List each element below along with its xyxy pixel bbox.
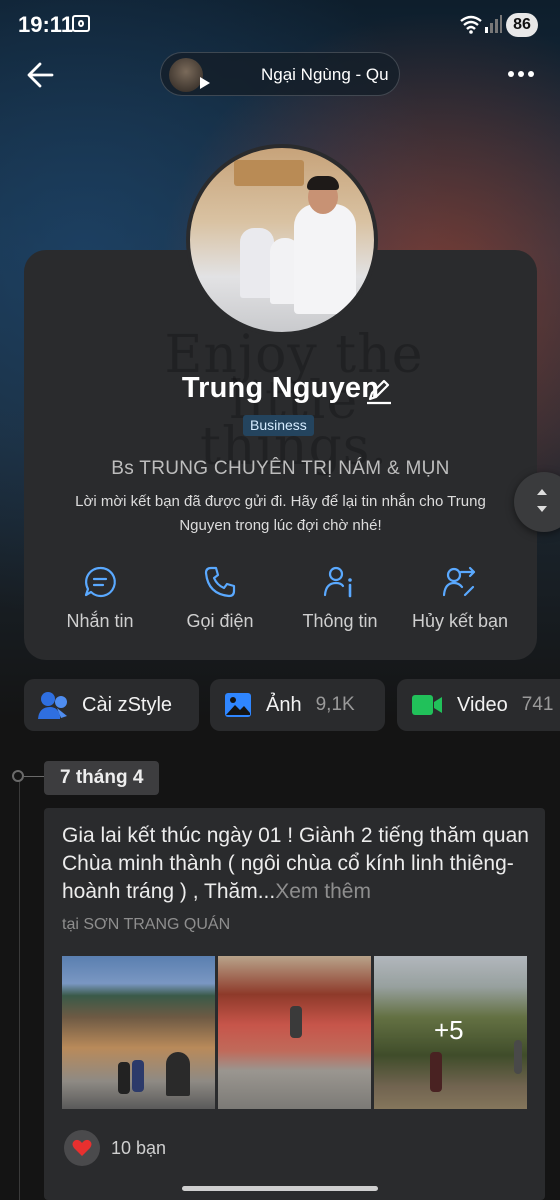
unfriend-button[interactable]: Hủy kết bạn [400, 565, 520, 632]
post-photo[interactable] [62, 956, 215, 1109]
back-arrow-icon[interactable] [22, 58, 62, 92]
user-info-icon [323, 566, 352, 598]
post-photo[interactable] [218, 956, 371, 1109]
post-photos: +5 [62, 956, 528, 1109]
profile-music-player[interactable]: Ngại Ngùng - Qu [160, 52, 400, 96]
tab-videos-label: Video [457, 693, 508, 716]
post-text: Gia lai kết thúc ngày 01 ! Giành 2 tiếng… [62, 822, 532, 906]
message-button[interactable]: Nhắn tin [40, 565, 160, 632]
signal-icon [485, 15, 502, 33]
friend-request-message: Lời mời kết bạn đã được gửi đi. Hãy để l… [75, 493, 486, 534]
unfriend-label: Hủy kết bạn [411, 611, 509, 631]
info-label: Thông tin [302, 611, 378, 631]
avatar[interactable] [186, 144, 378, 336]
call-label: Gọi điện [186, 611, 254, 631]
home-indicator[interactable] [182, 1186, 378, 1191]
chat-icon [84, 566, 116, 597]
tab-videos-count: 741 [521, 694, 554, 715]
call-button[interactable]: Gọi điện [160, 565, 280, 632]
message-label: Nhắn tin [66, 611, 134, 631]
chevron-up-icon [537, 489, 547, 495]
screen-record-icon [72, 15, 90, 32]
music-thumbnail [169, 58, 203, 92]
tab-zstyle[interactable]: Cài zStyle [24, 679, 199, 731]
timeline-connector [24, 776, 44, 777]
tab-photos-count: 9,1K [315, 694, 355, 715]
chevron-down-icon [537, 506, 547, 512]
info-button[interactable]: Thông tin [280, 565, 400, 632]
business-badge: Business [243, 415, 314, 436]
video-icon [412, 695, 442, 715]
battery-indicator: 86 [506, 13, 538, 37]
like-button[interactable] [64, 1130, 100, 1166]
profile-actions: Nhắn tin Gọi điện Thông tin Hủy kết bạn [24, 565, 537, 635]
profile-name: Trung Nguyen [181, 372, 380, 404]
music-title: Ngại Ngùng - Qu [261, 65, 389, 84]
cancel-friend-icon [443, 566, 476, 597]
tab-photos[interactable]: Ảnh 9,1K [210, 679, 385, 731]
wifi-icon [460, 15, 482, 34]
see-more-link[interactable]: Xem thêm [275, 880, 371, 903]
like-count[interactable]: 10 bạn [111, 1138, 166, 1159]
tab-photos-label: Ảnh [266, 693, 302, 716]
timeline-dot [12, 770, 24, 782]
more-options-icon[interactable] [508, 64, 542, 84]
timeline-line [19, 777, 20, 1200]
more-photos-count[interactable]: +5 [434, 1015, 464, 1046]
image-icon [225, 693, 251, 717]
profile-bio: Bs TRUNG CHUYÊN TRỊ NÁM & MỤN [111, 458, 450, 479]
phone-icon [204, 566, 236, 598]
edit-pencil-icon[interactable] [364, 375, 394, 405]
post-location[interactable]: tại SƠN TRANG QUÁN [62, 916, 230, 934]
zstyle-icon [38, 692, 67, 719]
status-time: 19:11 [18, 12, 74, 37]
profile-tabs: Cài zStyle Ảnh 9,1K Video 741 [24, 679, 560, 731]
heart-icon [72, 1139, 92, 1156]
tab-zstyle-label: Cài zStyle [82, 693, 173, 716]
timeline-date: 7 tháng 4 [44, 761, 160, 795]
post-card[interactable]: Gia lai kết thúc ngày 01 ! Giành 2 tiếng… [44, 808, 545, 1200]
tab-videos[interactable]: Video 741 [397, 679, 560, 731]
play-icon [200, 77, 210, 89]
status-bar: 19:11 86 [0, 0, 560, 50]
